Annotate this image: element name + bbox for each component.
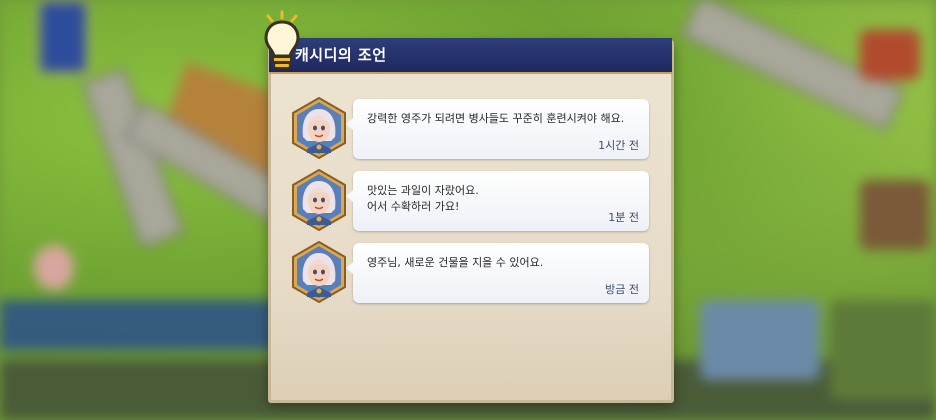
message-bubble: 맛있는 과일이 자랐어요. 어서 수확하러 가요! 1분 전 (346, 171, 649, 231)
list-item[interactable]: 영주님, 새로운 건물을 지을 수 있어요. 방금 전 (287, 241, 657, 305)
panel-title: 캐시디의 조언 (295, 46, 387, 64)
list-item[interactable]: 강력한 영주가 되려면 병사들도 꾸준히 훈련시켜야 해요. 1시간 전 (287, 97, 657, 161)
message-text: 강력한 영주가 되려면 병사들도 꾸준히 훈련시켜야 해요. (367, 112, 625, 125)
message-list: 강력한 영주가 되려면 병사들도 꾸준히 훈련시켜야 해요. 1시간 전 맛있는… (287, 97, 657, 313)
message-time: 1시간 전 (598, 139, 639, 152)
advisor-avatar (292, 169, 346, 231)
message-bubble: 강력한 영주가 되려면 병사들도 꾸준히 훈련시켜야 해요. 1시간 전 (346, 99, 649, 159)
advisor-avatar (292, 97, 346, 159)
panel-title-bar: 캐시디의 조언 (269, 38, 672, 74)
lightbulb-icon (264, 10, 300, 69)
message-text: 맛있는 과일이 자랐어요. 어서 수확하러 가요! (367, 184, 479, 213)
message-time: 방금 전 (605, 283, 639, 296)
message-time: 1분 전 (608, 211, 639, 224)
message-bubble: 영주님, 새로운 건물을 지을 수 있어요. 방금 전 (346, 243, 649, 303)
list-item[interactable]: 맛있는 과일이 자랐어요. 어서 수확하러 가요! 1분 전 (287, 169, 657, 233)
advisor-panel: 캐시디의 조언 강력한 영주가 되려면 병사들도 꾸준히 훈련시켜야 해요. 1… (268, 38, 674, 403)
advisor-avatar (292, 241, 346, 303)
message-text: 영주님, 새로운 건물을 지을 수 있어요. (367, 256, 544, 269)
